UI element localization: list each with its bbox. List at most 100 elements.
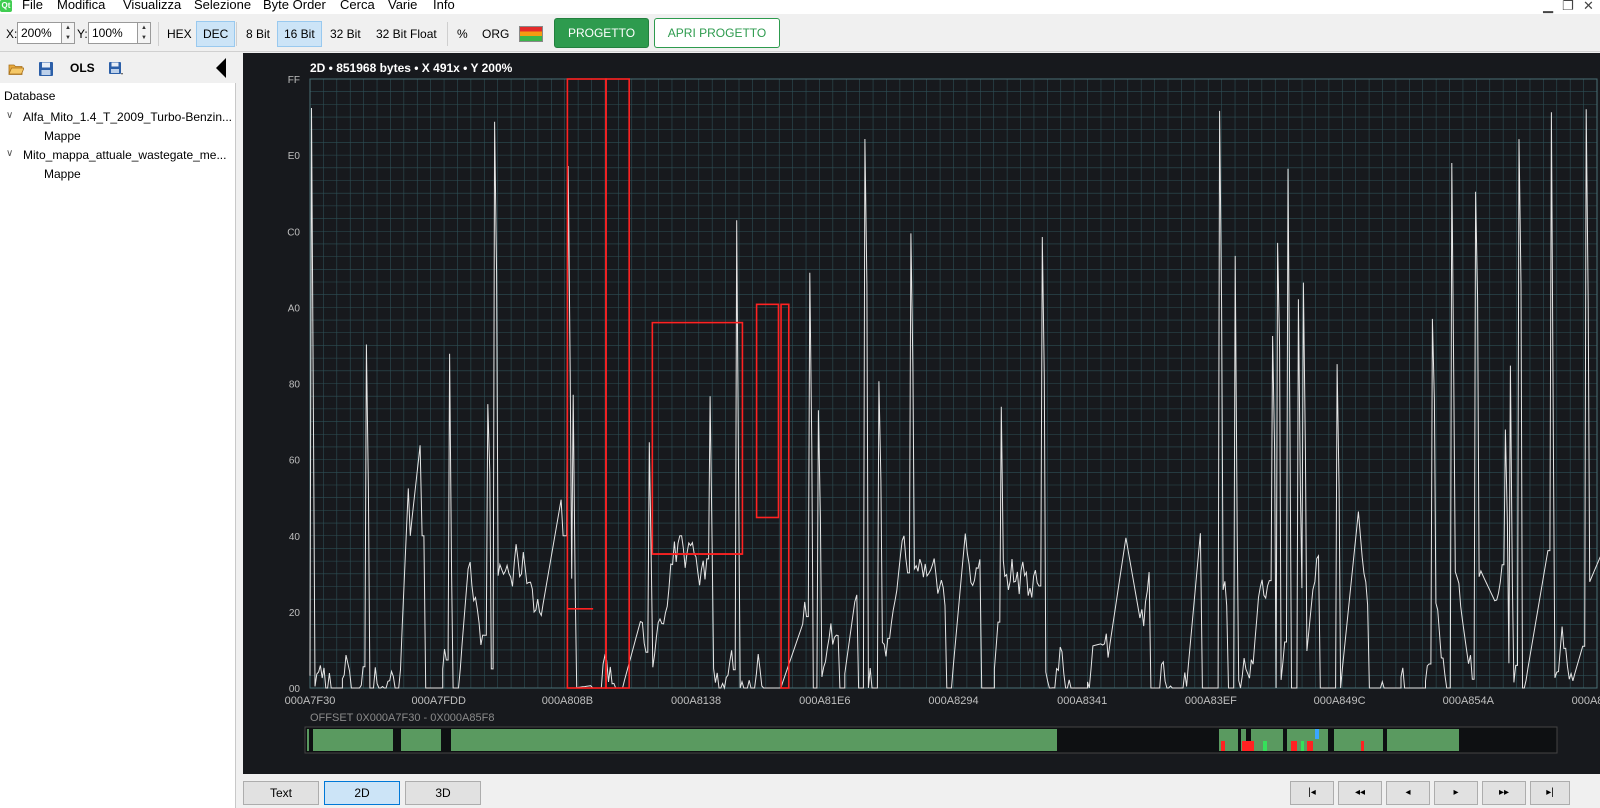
- x-zoom-stepper[interactable]: ▲ ▼: [61, 22, 75, 44]
- x-tick-label: 000A808B: [542, 695, 593, 707]
- overview-gap: [1283, 729, 1287, 751]
- menu-selezione[interactable]: Selezione: [194, 0, 251, 12]
- toolbar-separator: [236, 22, 237, 46]
- graph-grid: [309, 78, 1598, 689]
- tab-text[interactable]: Text: [243, 781, 319, 805]
- progetto-button[interactable]: PROGETTO: [554, 18, 649, 48]
- 8bit-button[interactable]: 8 Bit: [240, 21, 276, 47]
- y-tick-label: E0: [288, 151, 301, 162]
- y-tick-label: 60: [289, 456, 301, 467]
- tab-3d[interactable]: 3D: [405, 781, 481, 805]
- x-tick-label: 000A8294: [928, 695, 978, 707]
- x-zoom-input[interactable]: 200%: [17, 22, 67, 44]
- overview-marker-red: [1221, 741, 1225, 751]
- menu-info[interactable]: Info: [433, 0, 455, 12]
- y-tick-label: C0: [287, 227, 300, 238]
- org-button[interactable]: ORG: [476, 21, 515, 47]
- y-axis-ticks: FF E0 C0 A0 80 60 40 20 00: [287, 75, 300, 695]
- menu-visualizza[interactable]: Visualizza: [123, 0, 181, 12]
- overview-marker-green: [1263, 741, 1267, 751]
- hex-button[interactable]: HEX: [161, 21, 198, 47]
- map-highlight-box: [755, 303, 780, 519]
- y-tick-label: A0: [288, 303, 301, 314]
- overview-gap: [1328, 729, 1334, 751]
- menu-varie[interactable]: Varie: [388, 0, 417, 12]
- y-tick-label: FF: [288, 75, 300, 86]
- tree-node-mito-wastegate[interactable]: Mito_mappa_attuale_wastegate_me...: [23, 148, 226, 162]
- overview-marker-green: [1301, 741, 1304, 751]
- y-tick-label: 80: [289, 380, 301, 391]
- save-icon[interactable]: [38, 61, 54, 77]
- forward-button[interactable]: ▸: [1434, 781, 1478, 805]
- first-page-button[interactable]: |◂: [1290, 781, 1334, 805]
- menu-modifica[interactable]: Modifica: [57, 0, 105, 12]
- 32bit-float-button[interactable]: 32 Bit Float: [370, 21, 443, 47]
- close-icon[interactable]: ✕: [1583, 0, 1594, 14]
- y-zoom-input[interactable]: 100%: [88, 22, 143, 44]
- 32bit-button[interactable]: 32 Bit: [324, 21, 367, 47]
- fast-forward-button[interactable]: ▸▸: [1482, 781, 1526, 805]
- overview-marker-red: [1361, 741, 1364, 751]
- x-tick-label: 000A8138: [671, 695, 721, 707]
- app-icon: Qt: [0, 0, 12, 12]
- color-palette-icon[interactable]: [519, 26, 543, 42]
- x-zoom-label: X:: [6, 27, 18, 41]
- map-highlight-box: [651, 321, 744, 555]
- x-tick-label: 000A849C: [1314, 695, 1366, 707]
- toolbar-separator: [158, 22, 159, 46]
- last-page-button[interactable]: ▸|: [1530, 781, 1570, 805]
- overview-marker-red: [1291, 741, 1297, 751]
- graph-2d-panel[interactable]: 2D • 851968 bytes • X 491x • Y 200% FF E0…: [243, 53, 1600, 774]
- x-tick-label: 000A8341: [1057, 695, 1107, 707]
- overview-gap: [1238, 729, 1241, 751]
- overview-fill: [307, 729, 1057, 751]
- back-button[interactable]: ◂: [1386, 781, 1430, 805]
- 16bit-button[interactable]: 16 Bit: [277, 21, 322, 47]
- restore-icon[interactable]: ❐: [1562, 0, 1574, 14]
- dec-button[interactable]: DEC: [196, 21, 236, 47]
- menu-file[interactable]: File: [22, 0, 43, 12]
- overview-marker-blue: [1315, 729, 1319, 739]
- save-as-icon[interactable]: [108, 61, 124, 77]
- overview-gap: [441, 729, 451, 751]
- map-highlight-box: [780, 303, 790, 689]
- tree-node-mappe[interactable]: Mappe: [44, 129, 81, 143]
- offset-label: OFFSET 0X000A7F30 - 0X000A85F8: [310, 712, 494, 724]
- percent-button[interactable]: %: [451, 21, 474, 47]
- tree-node-alfa-mito[interactable]: Alfa_Mito_1.4_T_2009_Turbo-Benzin...: [23, 110, 232, 124]
- collapse-panel-icon[interactable]: [216, 58, 226, 78]
- y-zoom-stepper[interactable]: ▲ ▼: [137, 22, 151, 44]
- apri-progetto-button[interactable]: APRI PROGETTO: [654, 18, 780, 48]
- graph-title: 2D • 851968 bytes • X 491x • Y 200%: [310, 61, 513, 75]
- chevron-down-icon[interactable]: ∨: [6, 148, 13, 159]
- open-folder-icon[interactable]: [8, 61, 24, 77]
- toolbar-separator: [447, 22, 448, 46]
- x-axis-ticks: 000A7F30 000A7FDD 000A808B 000A8138 000A81E6…: [285, 695, 1600, 707]
- y-tick-label: 40: [289, 532, 301, 543]
- minimize-icon[interactable]: ▁: [1543, 0, 1553, 14]
- fast-back-button[interactable]: ◂◂: [1338, 781, 1382, 805]
- overview-gap: [393, 729, 401, 751]
- data-trace-line: [309, 107, 1600, 690]
- menu-cerca[interactable]: Cerca: [340, 0, 375, 12]
- menu-byte-order[interactable]: Byte Order: [263, 0, 326, 12]
- x-tick-label: 000A7F30: [285, 695, 336, 707]
- overview-fill: [1363, 729, 1459, 751]
- ols-label[interactable]: OLS: [70, 61, 95, 75]
- overview-strip[interactable]: [304, 726, 1558, 754]
- overview-marker-red: [1307, 741, 1313, 751]
- overview-marker-red: [1242, 741, 1254, 751]
- x-tick-label: 000A7FDD: [411, 695, 465, 707]
- y-tick-label: 20: [289, 608, 301, 619]
- menu-bar: Qt File Modifica Visualizza Selezione By…: [0, 0, 1600, 14]
- y-tick-label: 00: [289, 684, 301, 695]
- tree-header: Database: [4, 89, 56, 103]
- left-panel: OLS Database ∨ Alfa_Mito_1.4_T_2009_Turb…: [0, 53, 236, 808]
- left-panel-toolbar: OLS: [0, 53, 236, 83]
- overview-gap: [1383, 729, 1387, 751]
- graph-canvas[interactable]: 2D • 851968 bytes • X 491x • Y 200% FF E0…: [243, 53, 1600, 774]
- tab-2d[interactable]: 2D: [324, 781, 400, 805]
- x-tick-label: 000A83EF: [1185, 695, 1237, 707]
- chevron-down-icon[interactable]: ∨: [6, 110, 13, 121]
- tree-node-mappe[interactable]: Mappe: [44, 167, 81, 181]
